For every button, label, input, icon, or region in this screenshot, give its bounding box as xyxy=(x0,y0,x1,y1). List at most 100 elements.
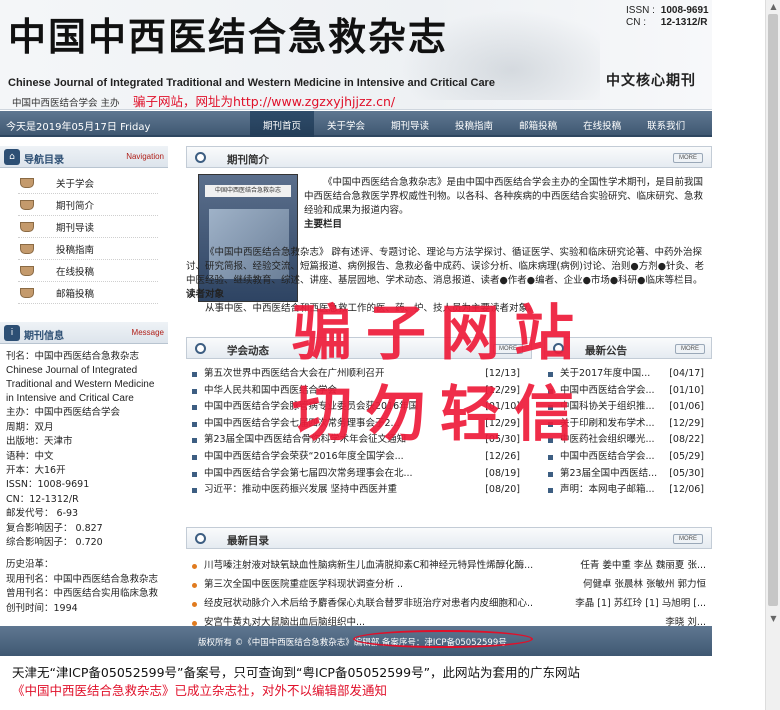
info-post-code: 邮发代号： 6-93 xyxy=(6,508,79,520)
notice-title: 最新公告 xyxy=(585,345,627,357)
cup-icon xyxy=(20,199,34,210)
notice-item[interactable]: 声明：本网电子邮箱... [12/06] xyxy=(548,482,704,499)
latest-item[interactable]: 经皮冠状动脉介入术后给予麝香保心丸联合替罗非班治疗对患者内皮细胞和心... 李晶 … xyxy=(192,596,706,615)
sidebar-item-online-submit[interactable]: 在线投稿 xyxy=(18,260,158,282)
info-former-name: 曾用刊名：中西医结合实用临床急救 xyxy=(6,588,159,600)
sidebar-nav: 关于学会 期刊简介 期刊导读 投稿指南 在线投稿 邮箱投稿 xyxy=(18,172,158,304)
section-bullet-icon xyxy=(195,152,206,163)
notice-more-button[interactable]: MORE xyxy=(675,344,705,354)
intro-text: 《中国中西医结合急救杂志》是由中国中西医结合学会主办的全国性学术期刊，是目前我国… xyxy=(186,176,706,314)
info-issn: ISSN：1008-9691 xyxy=(6,479,90,491)
cup-icon xyxy=(20,243,34,254)
cn-label: CN : xyxy=(626,17,646,28)
warning-notes: 天津无“津ICP备05052599号”备案号，只可查询到“粤ICP备050525… xyxy=(0,656,765,710)
cup-icon xyxy=(20,177,34,188)
nav-contact[interactable]: 联系我们 xyxy=(634,111,698,137)
sidebar-item-submission-guide[interactable]: 投稿指南 xyxy=(18,238,158,260)
latest-header: 最新目录 MORE xyxy=(186,527,712,549)
intro-paragraph-1: 《中国中西医结合急救杂志》是由中国中西医结合学会主办的全国性学术期刊，是目前我国… xyxy=(304,177,704,216)
notice-item[interactable]: 第23届全国中西医结... [05/30] xyxy=(548,466,704,483)
scroll-up-icon[interactable]: ▲ xyxy=(769,2,778,11)
section-bullet-icon xyxy=(195,533,206,544)
info-icon: i xyxy=(4,325,20,341)
info-language: 语种：中文 xyxy=(6,450,54,462)
site-header: 中国中西医结合急救杂志 Chinese Journal of Integrate… xyxy=(0,0,712,110)
journal-info: 刊名：中国中西医结合急救杂志 Chinese Journal of Integr… xyxy=(6,350,172,616)
sidebar-info-title: 期刊信息 xyxy=(24,331,64,342)
scam-watermark-line2: 切勿轻信 xyxy=(292,380,588,450)
news-title: 学会动态 xyxy=(227,345,269,357)
sidebar-item-label: 期刊简介 xyxy=(56,200,95,212)
cn-value: 12-1312/R xyxy=(660,17,708,28)
sidebar-item-guide[interactable]: 期刊导读 xyxy=(18,216,158,238)
sidebar-item-intro[interactable]: 期刊简介 xyxy=(18,194,158,216)
intro-header: 期刊简介 MORE xyxy=(186,146,712,168)
info-founded: 创刊时间：1994 xyxy=(6,602,78,614)
journal-english-title: Chinese Journal of Integrated Traditiona… xyxy=(8,77,495,89)
sidebar-item-label: 邮箱投稿 xyxy=(56,288,95,300)
sidebar-item-label: 在线投稿 xyxy=(56,266,95,278)
intro-paragraph-2: 《中国中西医结合急救杂志》 辟有述评、专题讨论、理论与方法学探讨、循证医学、实验… xyxy=(186,247,704,286)
office-warning-note: 《中国中西医结合急救杂志》已成立杂志社，对外不以编辑部发通知 xyxy=(12,683,388,698)
sidebar-nav-header: ⌂ 导航目录 Navigation xyxy=(0,146,168,168)
nav-email-submit[interactable]: 邮箱投稿 xyxy=(506,111,570,137)
sponsor-text: 中国中西医结合学会 主办 xyxy=(12,98,120,109)
icp-highlight-circle xyxy=(353,630,533,648)
scroll-down-icon[interactable]: ▼ xyxy=(769,614,778,623)
nav-items: 期刊首页 关于学会 期刊导读 投稿指南 邮箱投稿 在线投稿 联系我们 xyxy=(250,111,698,137)
main-nav-bar: 今天是2019年05月17日 Friday 期刊首页 关于学会 期刊导读 投稿指… xyxy=(0,111,712,137)
info-place: 出版地：天津市 xyxy=(6,436,73,448)
info-impact-factor-1: 复合影响因子： 0.827 xyxy=(6,522,103,534)
info-period: 周期：双月 xyxy=(6,421,54,433)
latest-item[interactable]: 第三次全国中医医院重症医学科现状调查分析 .. 何健卓 张晨林 张敏州 郭力恒 xyxy=(192,577,706,596)
sidebar-nav-title: 导航目录 xyxy=(24,155,64,166)
sidebar-info-header: i 期刊信息 Message xyxy=(0,322,168,344)
cup-icon xyxy=(20,265,34,276)
section-bullet-icon xyxy=(195,343,206,354)
today-date: 今天是2019年05月17日 Friday xyxy=(6,122,151,133)
info-name: 刊名：中国中西医结合急救杂志 xyxy=(6,351,140,362)
info-current-name: 现用刊名：中国中西医结合急救杂志 xyxy=(6,573,159,585)
issn-value: 1008-9691 xyxy=(660,5,709,16)
cup-icon xyxy=(20,221,34,232)
sidebar-item-label: 投稿指南 xyxy=(56,244,95,256)
latest-list: 川芎嗪注射液对缺氧缺血性脑病新生儿血清脱抑素C和神经元特异性烯醇化酶... 任青 … xyxy=(192,558,706,634)
home-icon: ⌂ xyxy=(4,149,20,165)
info-size: 开本：大16开 xyxy=(6,465,66,477)
latest-item[interactable]: 川芎嗪注射液对缺氧缺血性脑病新生儿血清脱抑素C和神经元特异性烯醇化酶... 任青 … xyxy=(192,558,706,577)
latest-more-button[interactable]: MORE xyxy=(673,534,703,544)
info-en-line1: Chinese Journal of Integrated xyxy=(6,365,138,377)
icp-warning-note: 天津无“津ICP备05052599号”备案号，只可查询到“粤ICP备050525… xyxy=(12,665,581,680)
news-item[interactable]: 中国中西医结合学会第七届四次常务理事会在北... [08/19] xyxy=(192,466,520,483)
nav-submission-guide[interactable]: 投稿指南 xyxy=(442,111,506,137)
sidebar-item-email-submit[interactable]: 邮箱投稿 xyxy=(18,282,158,304)
nav-about[interactable]: 关于学会 xyxy=(314,111,378,137)
news-item[interactable]: 习近平：推动中医药振兴发展 坚持中西医并重 [08/20] xyxy=(192,482,520,499)
vertical-scrollbar[interactable]: ▲ ▼ xyxy=(765,0,780,710)
nav-online-submit[interactable]: 在线投稿 xyxy=(570,111,634,137)
sidebar-info-title-en: Message xyxy=(131,328,164,337)
cup-icon xyxy=(20,287,34,298)
journal-calligraphy-title: 中国中西医结合急救杂志 xyxy=(8,14,449,59)
scam-watermark-line1: 骗子网站 xyxy=(292,299,588,369)
issn-block: ISSN : 1008-9691 CN : 12-1312/R xyxy=(626,5,709,29)
info-impact-factor-2: 综合影响因子： 0.720 xyxy=(6,537,103,549)
core-journal-badge: 中文核心期刊 xyxy=(606,73,696,89)
sidebar-item-label: 期刊导读 xyxy=(56,222,95,234)
issn-label: ISSN : xyxy=(626,5,655,16)
nav-guide[interactable]: 期刊导读 xyxy=(378,111,442,137)
intro-title: 期刊简介 xyxy=(227,154,269,166)
cover-title: 中国中西医结合急救杂志 xyxy=(205,185,291,197)
sidebar-item-about[interactable]: 关于学会 xyxy=(18,172,158,194)
intro-more-button[interactable]: MORE xyxy=(673,153,703,163)
intro-heading-columns: 主要栏目 xyxy=(304,219,343,230)
info-sponsor: 主办：中国中西医结合学会 xyxy=(6,407,121,419)
sidebar-item-label: 关于学会 xyxy=(56,178,95,190)
nav-home[interactable]: 期刊首页 xyxy=(250,111,315,137)
info-history: 历史沿革： xyxy=(6,559,54,571)
info-cn: CN：12-1312/R xyxy=(6,493,79,505)
latest-title: 最新目录 xyxy=(227,535,269,547)
info-en-line3: in Intensive and Critical Care xyxy=(6,393,134,405)
scam-url-annotation: 骗子网站，网址为http://www.zgzxyjhjjzz.cn/ xyxy=(133,94,396,109)
scrollbar-thumb[interactable] xyxy=(768,14,778,606)
